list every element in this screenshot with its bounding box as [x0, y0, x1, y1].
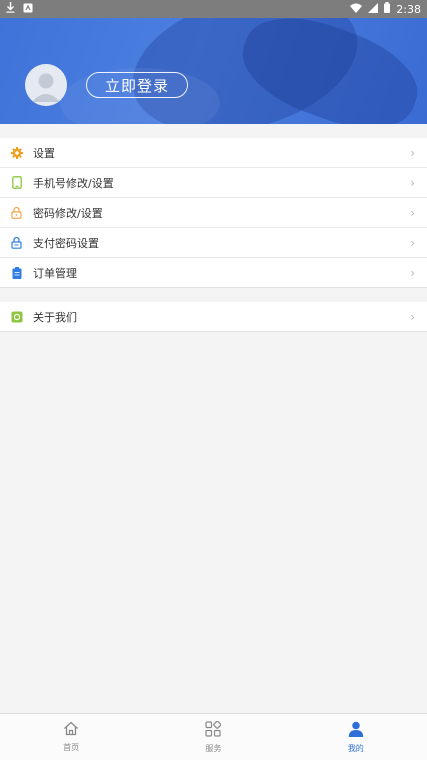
- menu-item-payment-password[interactable]: 支付密码设置 ›: [0, 228, 427, 258]
- menu-item-orders[interactable]: 订单管理 ›: [0, 258, 427, 288]
- gear-icon: [10, 146, 23, 159]
- battery-icon: [384, 2, 391, 16]
- home-icon: [63, 721, 79, 740]
- wifi-icon: [350, 3, 363, 16]
- menu-label: 订单管理: [33, 266, 77, 280]
- profile-header: 立即登录: [0, 18, 427, 124]
- grid-icon: [205, 720, 222, 741]
- avatar[interactable]: [25, 64, 67, 106]
- chevron-right-icon: ›: [410, 235, 415, 250]
- info-icon: [10, 310, 23, 323]
- status-bar: 2:38: [0, 0, 427, 18]
- tab-services[interactable]: 服务: [142, 714, 284, 760]
- tab-label: 首页: [63, 743, 80, 752]
- tab-label: 服务: [205, 743, 222, 753]
- menu-label: 设置: [33, 146, 55, 160]
- chevron-right-icon: ›: [410, 309, 415, 324]
- lock-icon: [10, 206, 23, 219]
- menu-label: 手机号修改/设置: [33, 176, 114, 190]
- menu-label: 关于我们: [33, 310, 77, 324]
- pay-lock-icon: [10, 236, 23, 249]
- menu-item-settings[interactable]: 设置 ›: [0, 138, 427, 168]
- bottom-tab-bar: 首页 服务 我的: [0, 713, 427, 760]
- phone-icon: [10, 176, 23, 189]
- chevron-right-icon: ›: [410, 145, 415, 160]
- menu-label: 支付密码设置: [33, 236, 99, 250]
- signal-icon: [368, 2, 379, 16]
- chevron-right-icon: ›: [410, 205, 415, 220]
- chevron-right-icon: ›: [410, 175, 415, 190]
- menu-group-account: 设置 › 手机号修改/设置 › 密码修改/设置 › 支付密码设置 › 订单管理 …: [0, 138, 427, 288]
- tab-home[interactable]: 首页: [0, 714, 142, 760]
- login-button[interactable]: 立即登录: [86, 72, 188, 98]
- menu-item-phone[interactable]: 手机号修改/设置 ›: [0, 168, 427, 198]
- menu-group-about: 关于我们 ›: [0, 302, 427, 332]
- clipboard-icon: [10, 266, 23, 279]
- tab-label: 我的: [347, 743, 364, 753]
- menu-item-about[interactable]: 关于我们 ›: [0, 302, 427, 332]
- tab-mine[interactable]: 我的: [285, 714, 427, 760]
- download-icon: [6, 2, 15, 16]
- menu-label: 密码修改/设置: [33, 206, 103, 220]
- avatar-icon: [25, 64, 67, 106]
- chevron-right-icon: ›: [410, 265, 415, 280]
- status-time: 2:38: [396, 2, 421, 16]
- user-icon: [348, 721, 364, 741]
- menu-item-password[interactable]: 密码修改/设置 ›: [0, 198, 427, 228]
- notification-app-icon: [23, 3, 33, 16]
